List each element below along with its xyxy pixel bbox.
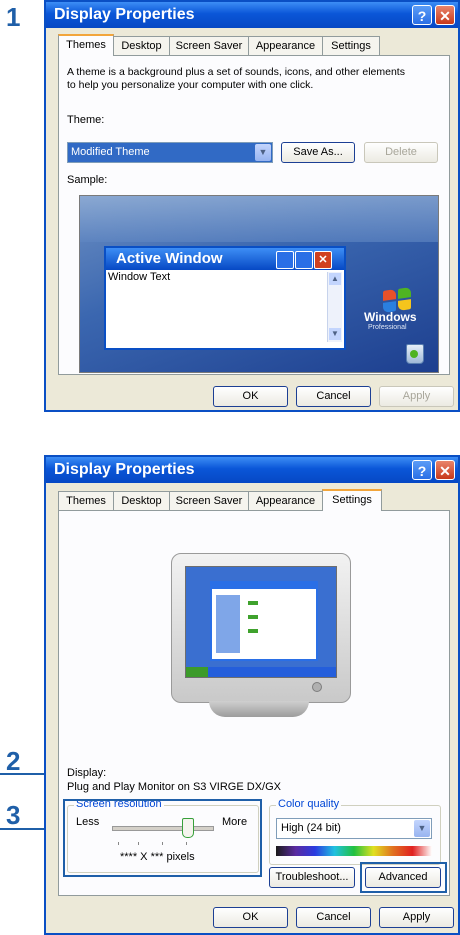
tab-screen-saver[interactable]: Screen Saver <box>169 491 249 510</box>
display-properties-window-settings: Display Properties ? ✕ Themes Desktop Sc… <box>44 455 460 935</box>
sample-window-text: Window Text <box>108 271 171 283</box>
windows-logo-subtext: Professional <box>368 324 407 331</box>
step-marker-1: 1 <box>6 2 21 32</box>
cancel-button[interactable]: Cancel <box>296 907 371 928</box>
delete-button[interactable]: Delete <box>364 142 438 163</box>
tab-appearance[interactable]: Appearance <box>248 491 323 510</box>
cancel-button[interactable]: Cancel <box>296 386 371 407</box>
tab-desktop[interactable]: Desktop <box>113 491 170 510</box>
window-title: Display Properties <box>54 6 195 23</box>
display-value: Plug and Play Monitor on S3 VIRGE DX/GX <box>67 781 281 793</box>
sample-maximize-icon <box>295 251 313 269</box>
monitor-stand <box>209 701 309 717</box>
troubleshoot-button[interactable]: Troubleshoot... <box>269 867 355 888</box>
tab-desktop[interactable]: Desktop <box>113 36 170 55</box>
theme-select[interactable]: Modified Theme ▼ <box>67 142 273 163</box>
chevron-down-icon[interactable]: ▼ <box>414 820 430 837</box>
title-bar: Display Properties ? ✕ <box>46 2 458 28</box>
tab-themes[interactable]: Themes <box>58 491 114 510</box>
start-button-icon <box>186 667 208 677</box>
power-button-icon <box>312 682 322 692</box>
monitor-screen <box>185 566 337 678</box>
color-quality-value: High (24 bit) <box>281 822 341 834</box>
save-as-button[interactable]: Save As... <box>281 142 355 163</box>
recycle-bin-icon <box>406 344 424 364</box>
theme-description-line-2: to help you personalize your computer wi… <box>67 79 314 91</box>
display-properties-window-themes: Display Properties ? ✕ Themes Desktop Sc… <box>44 0 460 412</box>
ok-button[interactable]: OK <box>213 907 288 928</box>
sample-scrollbar: ▲ ▼ <box>327 272 342 342</box>
tab-settings[interactable]: Settings <box>322 36 380 55</box>
tab-appearance[interactable]: Appearance <box>248 36 323 55</box>
color-quality-legend: Color quality <box>276 798 342 810</box>
color-quality-select[interactable]: High (24 bit) ▼ <box>276 818 432 839</box>
close-button[interactable]: ✕ <box>435 460 455 480</box>
theme-sample-preview: Active Window ✕ Window Text ▲ ▼ Windows … <box>79 195 439 373</box>
theme-select-value: Modified Theme <box>71 146 150 158</box>
help-button[interactable]: ? <box>412 460 432 480</box>
apply-button[interactable]: Apply <box>379 386 454 407</box>
display-label: Display: <box>67 767 107 779</box>
windows-logo-icon <box>383 289 396 301</box>
themes-tab-page: A theme is a background plus a set of so… <box>58 55 450 375</box>
color-palette-bar <box>276 846 432 856</box>
advanced-highlight <box>360 862 447 893</box>
sample-window-title: Active Window <box>116 250 223 267</box>
sample-close-icon: ✕ <box>314 251 332 269</box>
sample-minimize-icon <box>276 251 294 269</box>
tab-settings[interactable]: Settings <box>322 489 382 511</box>
tab-screen-saver[interactable]: Screen Saver <box>169 36 249 55</box>
theme-label: Theme: <box>67 114 105 126</box>
settings-tab-page: Display: Plug and Play Monitor on S3 VIR… <box>58 510 450 896</box>
monitor-preview <box>171 553 351 703</box>
chevron-down-icon[interactable]: ▼ <box>255 144 271 161</box>
screen-resolution-highlight <box>63 799 262 877</box>
window-title: Display Properties <box>54 461 195 478</box>
windows-logo-text: Windows <box>364 310 417 324</box>
sample-label: Sample: <box>67 174 108 186</box>
apply-button[interactable]: Apply <box>379 907 454 928</box>
title-bar: Display Properties ? ✕ <box>46 457 458 483</box>
ok-button[interactable]: OK <box>213 386 288 407</box>
monitor-screen-window <box>210 581 318 661</box>
color-quality-group: Color quality High (24 bit) ▼ <box>269 798 441 865</box>
help-button[interactable]: ? <box>412 5 432 25</box>
close-button[interactable]: ✕ <box>435 5 455 25</box>
sample-sky <box>80 196 438 242</box>
sample-active-window: Active Window ✕ Window Text ▲ ▼ <box>104 246 346 350</box>
step-marker-3: 3 <box>6 800 21 830</box>
tab-themes[interactable]: Themes <box>58 34 114 56</box>
theme-description-line-1: A theme is a background plus a set of so… <box>67 66 405 78</box>
